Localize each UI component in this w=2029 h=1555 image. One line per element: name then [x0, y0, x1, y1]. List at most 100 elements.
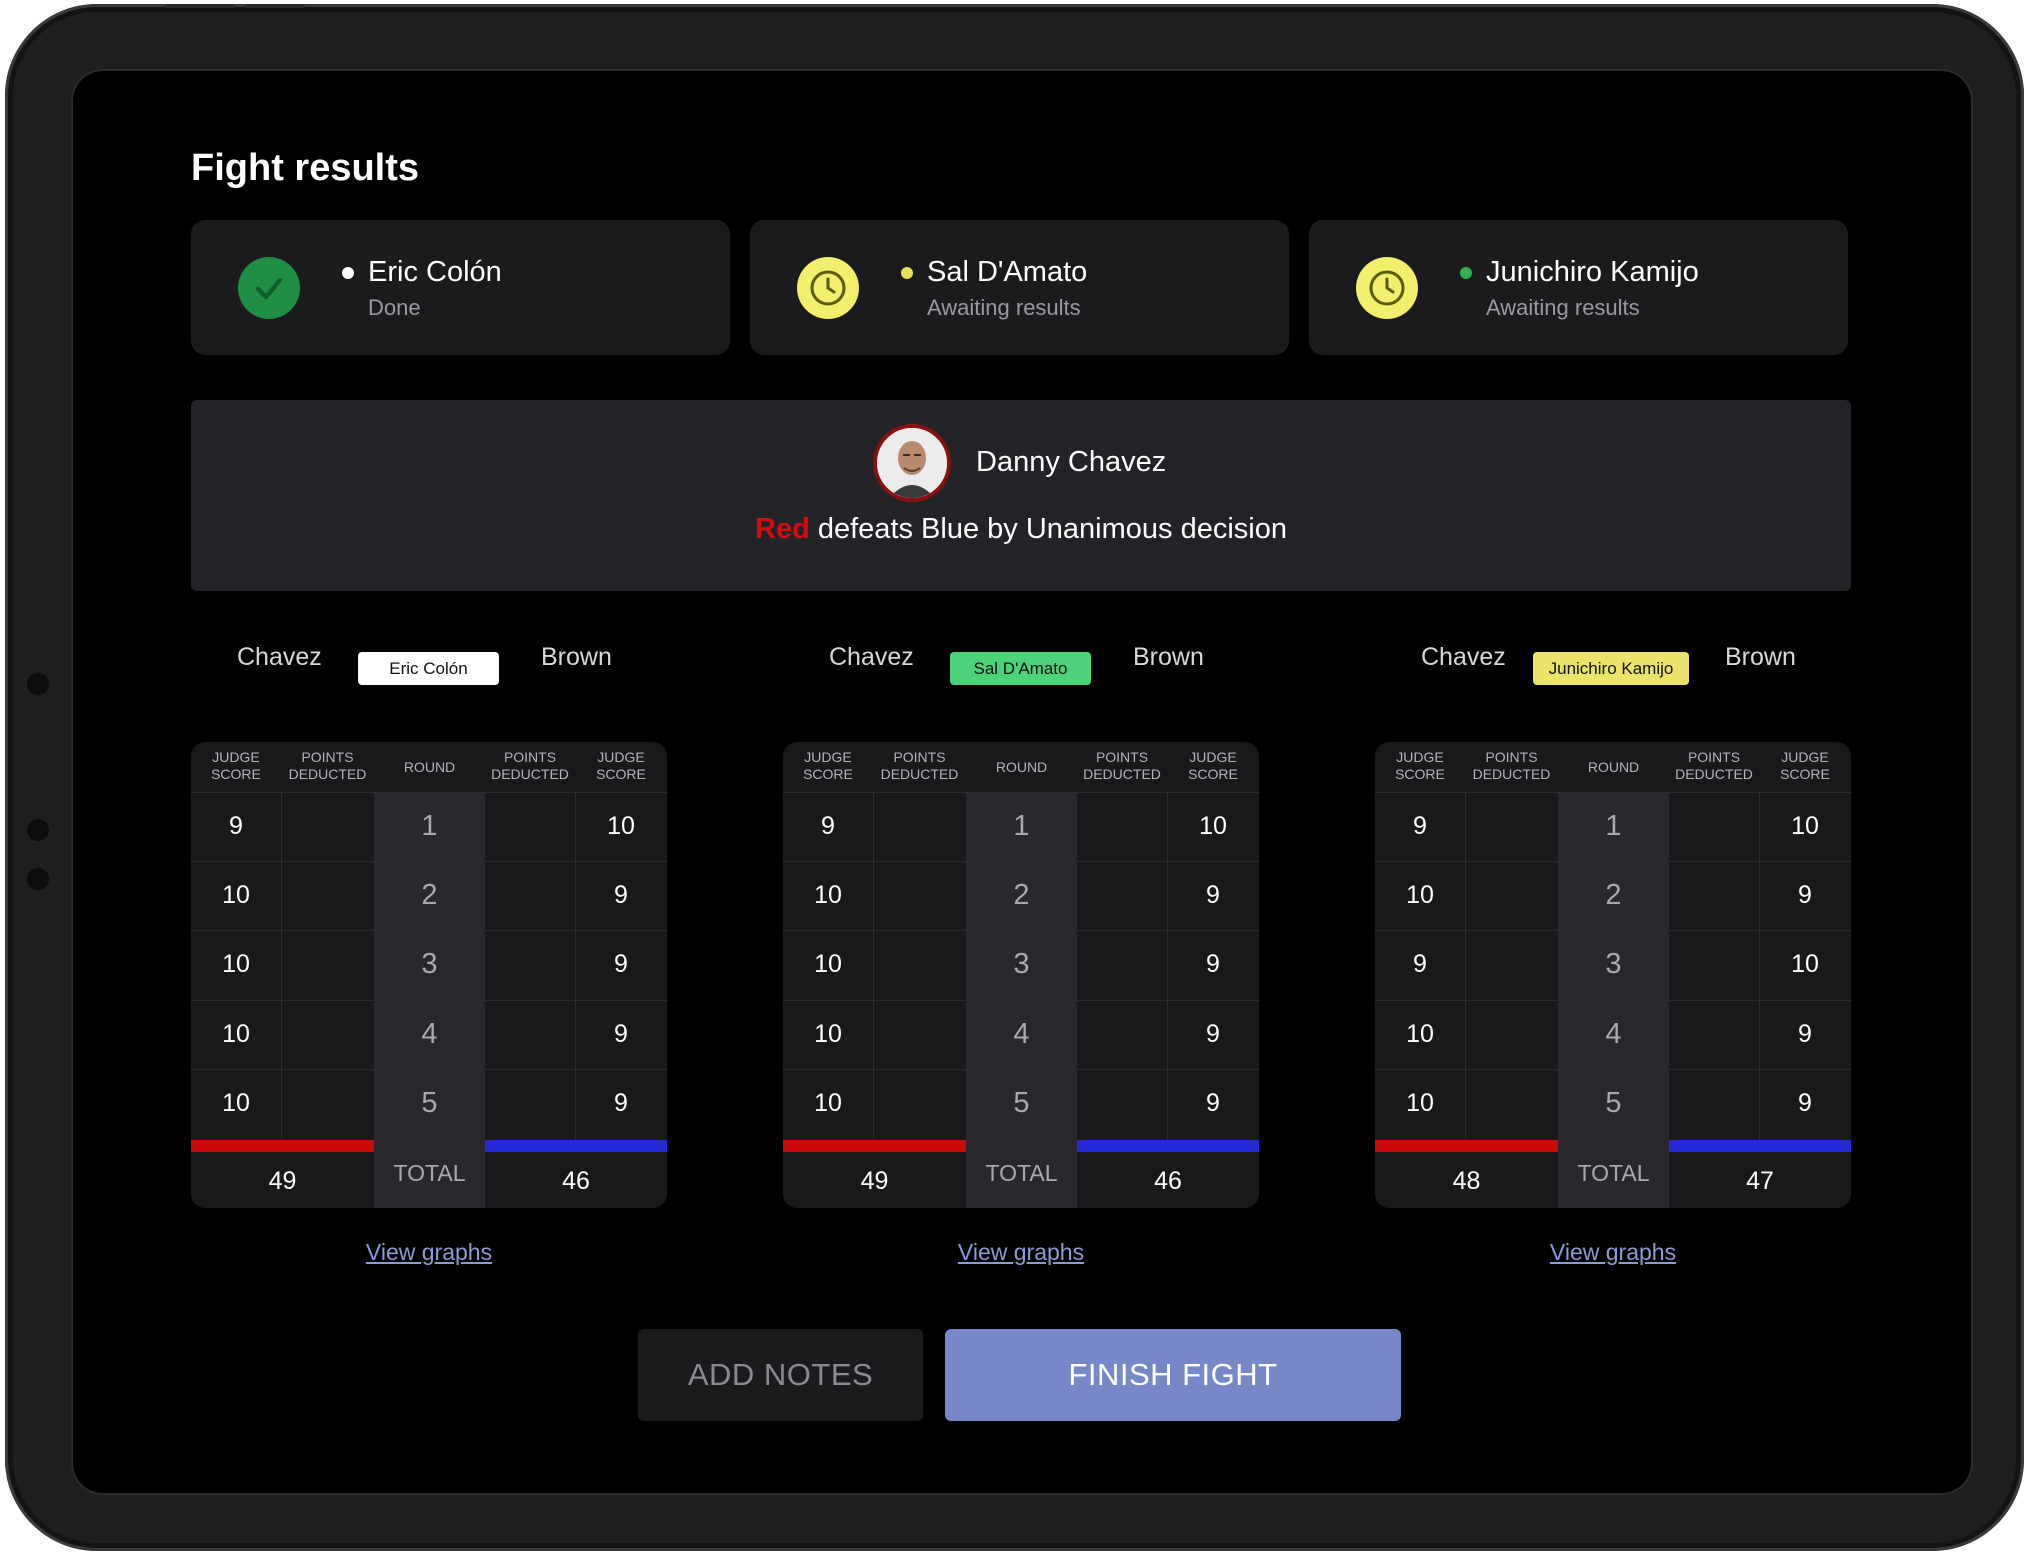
view-graphs-link[interactable]: View graphs — [783, 1239, 1259, 1266]
round-column — [966, 792, 1077, 1208]
column-header-line: DEDUCTED — [1083, 766, 1161, 782]
fighter-avatar — [873, 424, 951, 502]
column-header-line: POINTS — [1095, 749, 1149, 765]
round-number: 4 — [1605, 1018, 1622, 1050]
column-header: JUDGE SCORE — [191, 749, 281, 783]
red-judge-score: 9 — [821, 812, 835, 840]
round-number: 1 — [421, 810, 438, 842]
column-header: POINTS DEDUCTED — [1465, 749, 1558, 783]
column-header-line: POINTS — [301, 749, 354, 765]
blue-judge-score: 9 — [614, 881, 628, 909]
divider — [281, 792, 282, 1140]
round-number: 3 — [1013, 948, 1030, 980]
add-notes-button[interactable]: ADD NOTES — [638, 1329, 923, 1421]
side-button — [27, 868, 49, 890]
scorecard-header: Chavez Sal D'Amato Brown — [783, 629, 1259, 691]
red-corner-bar — [783, 1140, 966, 1152]
blue-judge-score: 9 — [1206, 1089, 1220, 1117]
column-header: POINTS DEDUCTED — [1077, 749, 1167, 783]
blue-judge-score: 9 — [1798, 1020, 1812, 1048]
fight-result: Red defeats Blue by Unanimous decision — [191, 513, 1851, 546]
judge-status: Done — [368, 295, 421, 320]
divider — [191, 1069, 374, 1070]
column-header-line: SCORE — [803, 766, 853, 782]
check-icon — [238, 257, 300, 319]
blue-total: 46 — [1154, 1167, 1182, 1195]
result-text: defeats Blue by Unanimous decision — [809, 513, 1287, 545]
column-header-line: POINTS — [503, 749, 557, 765]
side-button — [27, 819, 49, 841]
red-total: 49 — [860, 1167, 889, 1195]
column-header-line: DEDUCTED — [491, 766, 569, 782]
judge-scorecard: Chavez Junichiro Kamijo Brown JUDGE SCORE POI… — [1375, 629, 1851, 1265]
column-header-line: JUDGE — [1781, 749, 1829, 765]
red-judge-score: 9 — [1413, 812, 1427, 840]
status-dot — [901, 267, 913, 279]
top-button — [165, 4, 235, 8]
red-judge-score: 10 — [1406, 881, 1434, 909]
blue-judge-score: 9 — [1206, 881, 1220, 909]
view-graphs-link[interactable]: View graphs — [1375, 1239, 1851, 1266]
red-total: 49 — [268, 1167, 297, 1195]
divider — [1077, 1069, 1259, 1070]
clock-icon — [797, 257, 859, 319]
red-fighter-name: Chavez — [1421, 643, 1506, 671]
judge-card[interactable]: Sal D'Amato Awaiting results — [750, 220, 1289, 355]
finish-fight-button[interactable]: FINISH FIGHT — [945, 1329, 1401, 1421]
divider — [485, 861, 667, 862]
blue-judge-score: 9 — [1798, 881, 1812, 909]
red-corner-bar — [1375, 1140, 1558, 1152]
blue-total: 46 — [562, 1167, 590, 1195]
judge-card[interactable]: Eric Colón Done — [191, 220, 730, 355]
divider — [485, 930, 667, 931]
divider — [783, 930, 966, 931]
round-column — [1558, 792, 1669, 1208]
red-judge-score: 10 — [1406, 1020, 1434, 1048]
column-header-line: SCORE — [211, 766, 261, 782]
red-judge-score: 10 — [814, 1089, 842, 1117]
judge-badge: Sal D'Amato — [950, 652, 1091, 685]
page-title: Fight results — [191, 147, 420, 189]
score-table: JUDGE SCORE POINTS DEDUCTED ROUND POINTS DEDUC… — [191, 742, 667, 1208]
blue-fighter-name: Brown — [541, 643, 612, 671]
blue-total: 47 — [1746, 1167, 1774, 1195]
red-judge-score: 10 — [222, 1089, 250, 1117]
column-header-line: DEDUCTED — [1472, 766, 1551, 782]
divider — [191, 861, 374, 862]
round-number: 5 — [1013, 1087, 1030, 1119]
round-number: 1 — [1013, 810, 1030, 842]
score-table: JUDGE SCORE POINTS DEDUCTED ROUND POINTS DEDUC… — [1375, 742, 1851, 1208]
column-header-line: DEDUCTED — [1675, 766, 1753, 782]
red-judge-score: 10 — [222, 950, 250, 978]
blue-fighter-name: Brown — [1725, 643, 1796, 671]
divider — [783, 861, 966, 862]
blue-judge-score: 10 — [1791, 812, 1819, 840]
blue-judge-score: 10 — [1199, 812, 1227, 840]
column-header-line: POINTS — [1485, 749, 1538, 765]
clock-icon — [1356, 257, 1418, 319]
blue-judge-score: 9 — [1798, 1089, 1812, 1117]
scorecard-header: Chavez Junichiro Kamijo Brown — [1375, 629, 1851, 691]
blue-judge-score: 9 — [614, 1020, 628, 1048]
column-header: ROUND — [403, 759, 456, 775]
red-judge-score: 10 — [222, 881, 250, 909]
round-number: 5 — [1605, 1087, 1622, 1119]
round-number: 3 — [421, 948, 438, 980]
column-header-line: JUDGE — [804, 749, 852, 765]
total-label: TOTAL — [1577, 1160, 1650, 1186]
judge-name: Eric Colón — [368, 256, 502, 288]
blue-judge-score: 9 — [1206, 1020, 1220, 1048]
app-screen: Fight results Eric Colón Done Sal D'Amat… — [73, 71, 1971, 1493]
total-label: TOTAL — [985, 1160, 1058, 1186]
divider — [1375, 1000, 1558, 1001]
status-dot — [342, 267, 354, 279]
judge-badge: Eric Colón — [358, 652, 499, 685]
divider — [783, 1000, 966, 1001]
winner-name: Danny Chavez — [976, 446, 1167, 478]
column-header: JUDGE SCORE — [575, 749, 667, 783]
view-graphs-link[interactable]: View graphs — [191, 1239, 667, 1266]
column-header-line: JUDGE — [1396, 749, 1444, 765]
column-header: POINTS DEDUCTED — [281, 749, 374, 783]
judge-card[interactable]: Junichiro Kamijo Awaiting results — [1309, 220, 1848, 355]
red-judge-score: 10 — [814, 881, 842, 909]
